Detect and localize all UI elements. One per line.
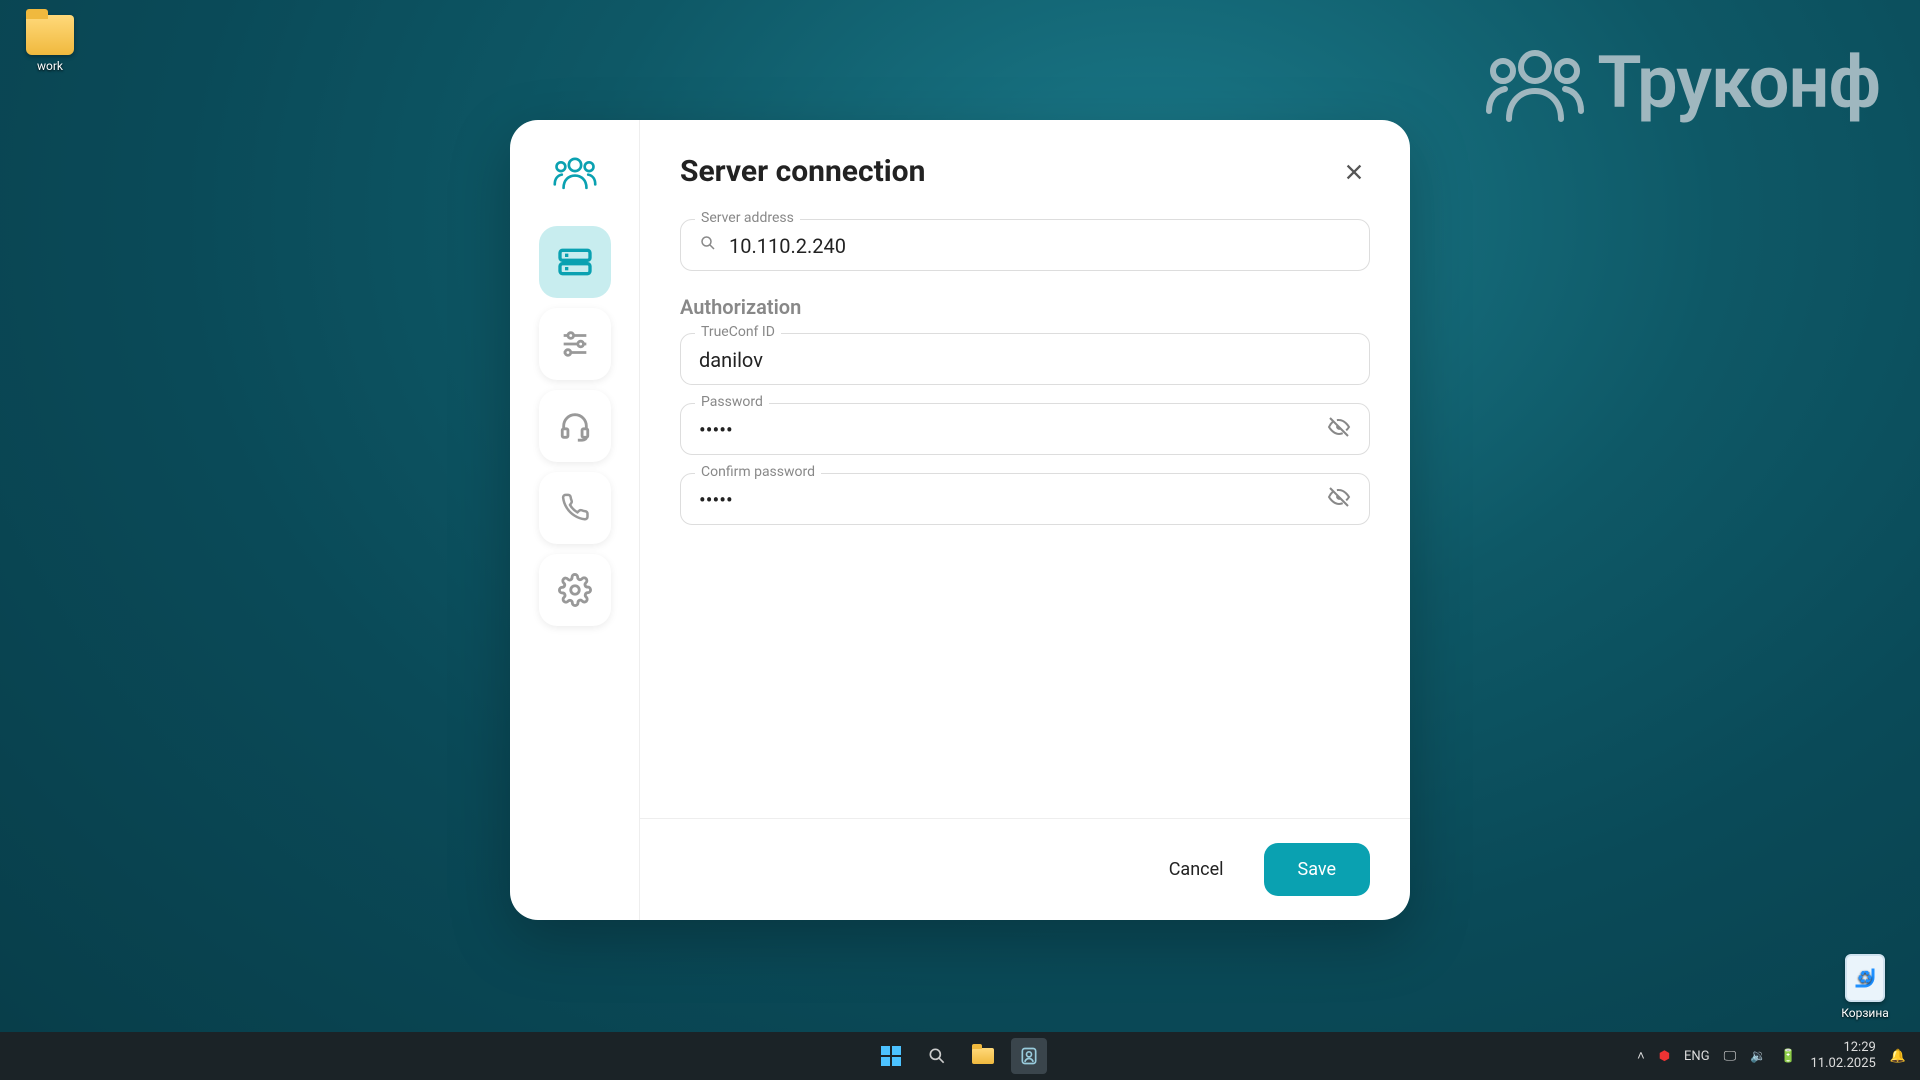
headset-icon bbox=[558, 409, 592, 443]
taskbar-app-trueconf[interactable] bbox=[1011, 1038, 1047, 1074]
dialog-title: Server connection bbox=[680, 154, 1338, 189]
confirm-password-field[interactable]: Confirm password bbox=[680, 473, 1370, 525]
cancel-button[interactable]: Cancel bbox=[1169, 859, 1224, 880]
server-address-label: Server address bbox=[695, 210, 800, 226]
close-button[interactable] bbox=[1338, 156, 1370, 188]
folder-icon bbox=[972, 1048, 994, 1064]
brand-watermark: Труконф bbox=[1485, 40, 1880, 125]
password-field[interactable]: Password bbox=[680, 403, 1370, 455]
server-icon bbox=[555, 242, 595, 282]
desktop-folder-work[interactable]: work bbox=[10, 15, 90, 73]
tray-volume-icon[interactable]: 🔉 bbox=[1750, 1049, 1766, 1064]
sidebar-item-audio[interactable] bbox=[539, 390, 611, 462]
sidebar-item-settings[interactable] bbox=[539, 554, 611, 626]
tray-notifications-icon[interactable]: 🔔 bbox=[1890, 1049, 1906, 1064]
windows-logo-icon bbox=[881, 1046, 901, 1066]
search-icon bbox=[699, 234, 717, 256]
sidebar-item-server[interactable] bbox=[539, 226, 611, 298]
dialog-sidebar bbox=[510, 120, 640, 920]
people-logo-icon bbox=[1485, 43, 1585, 123]
sidebar-app-logo[interactable] bbox=[553, 150, 597, 198]
tray-clock[interactable]: 12:29 11.02.2025 bbox=[1811, 1040, 1876, 1071]
taskbar-explorer-button[interactable] bbox=[965, 1038, 1001, 1074]
toggle-confirm-visibility[interactable] bbox=[1327, 485, 1351, 513]
close-icon bbox=[1343, 161, 1365, 183]
sliders-icon bbox=[558, 327, 592, 361]
people-logo-icon bbox=[553, 150, 597, 194]
taskbar-search-button[interactable] bbox=[919, 1038, 955, 1074]
tray-battery-icon[interactable]: 🔋 bbox=[1780, 1049, 1796, 1064]
desktop-recycle-bin[interactable]: Корзина bbox=[1825, 954, 1905, 1020]
taskbar: ˄ ⬢ ENG 🖵 🔉 🔋 12:29 11.02.2025 🔔 bbox=[0, 1032, 1920, 1080]
phone-icon bbox=[560, 493, 590, 523]
password-label: Password bbox=[695, 394, 769, 410]
folder-icon bbox=[26, 15, 74, 55]
tray-chevron-up-icon[interactable]: ˄ bbox=[1637, 1048, 1645, 1064]
save-button[interactable]: Save bbox=[1264, 843, 1371, 896]
confirm-password-input[interactable] bbox=[699, 488, 1351, 512]
tray-date: 11.02.2025 bbox=[1811, 1056, 1876, 1072]
eye-off-icon bbox=[1327, 415, 1351, 439]
authorization-section-title: Authorization bbox=[680, 295, 1370, 319]
server-address-input[interactable] bbox=[699, 234, 1351, 258]
brand-text: Труконф bbox=[1597, 40, 1880, 125]
tray-time: 12:29 bbox=[1811, 1040, 1876, 1056]
sidebar-item-call[interactable] bbox=[539, 472, 611, 544]
trueconf-id-label: TrueConf ID bbox=[695, 324, 781, 340]
desktop-folder-label: work bbox=[10, 59, 90, 73]
toggle-password-visibility[interactable] bbox=[1327, 415, 1351, 443]
trueconf-id-field[interactable]: TrueConf ID bbox=[680, 333, 1370, 385]
recycle-bin-icon bbox=[1845, 954, 1885, 1002]
password-input[interactable] bbox=[699, 418, 1351, 442]
tray-language[interactable]: ENG bbox=[1684, 1049, 1710, 1064]
sidebar-item-sliders[interactable] bbox=[539, 308, 611, 380]
tray-network-icon[interactable]: 🖵 bbox=[1724, 1049, 1737, 1064]
dialog-main: Server connection Server address Authori… bbox=[640, 120, 1410, 920]
confirm-password-label: Confirm password bbox=[695, 464, 821, 480]
eye-off-icon bbox=[1327, 485, 1351, 509]
trueconf-id-input[interactable] bbox=[699, 348, 1351, 372]
tray-security-icon[interactable]: ⬢ bbox=[1659, 1049, 1670, 1064]
gear-icon bbox=[558, 573, 592, 607]
desktop-recycle-label: Корзина bbox=[1825, 1006, 1905, 1020]
app-icon bbox=[1019, 1046, 1039, 1066]
start-button[interactable] bbox=[873, 1038, 909, 1074]
server-connection-dialog: Server connection Server address Authori… bbox=[510, 120, 1410, 920]
search-icon bbox=[927, 1046, 947, 1066]
server-address-field[interactable]: Server address bbox=[680, 219, 1370, 271]
